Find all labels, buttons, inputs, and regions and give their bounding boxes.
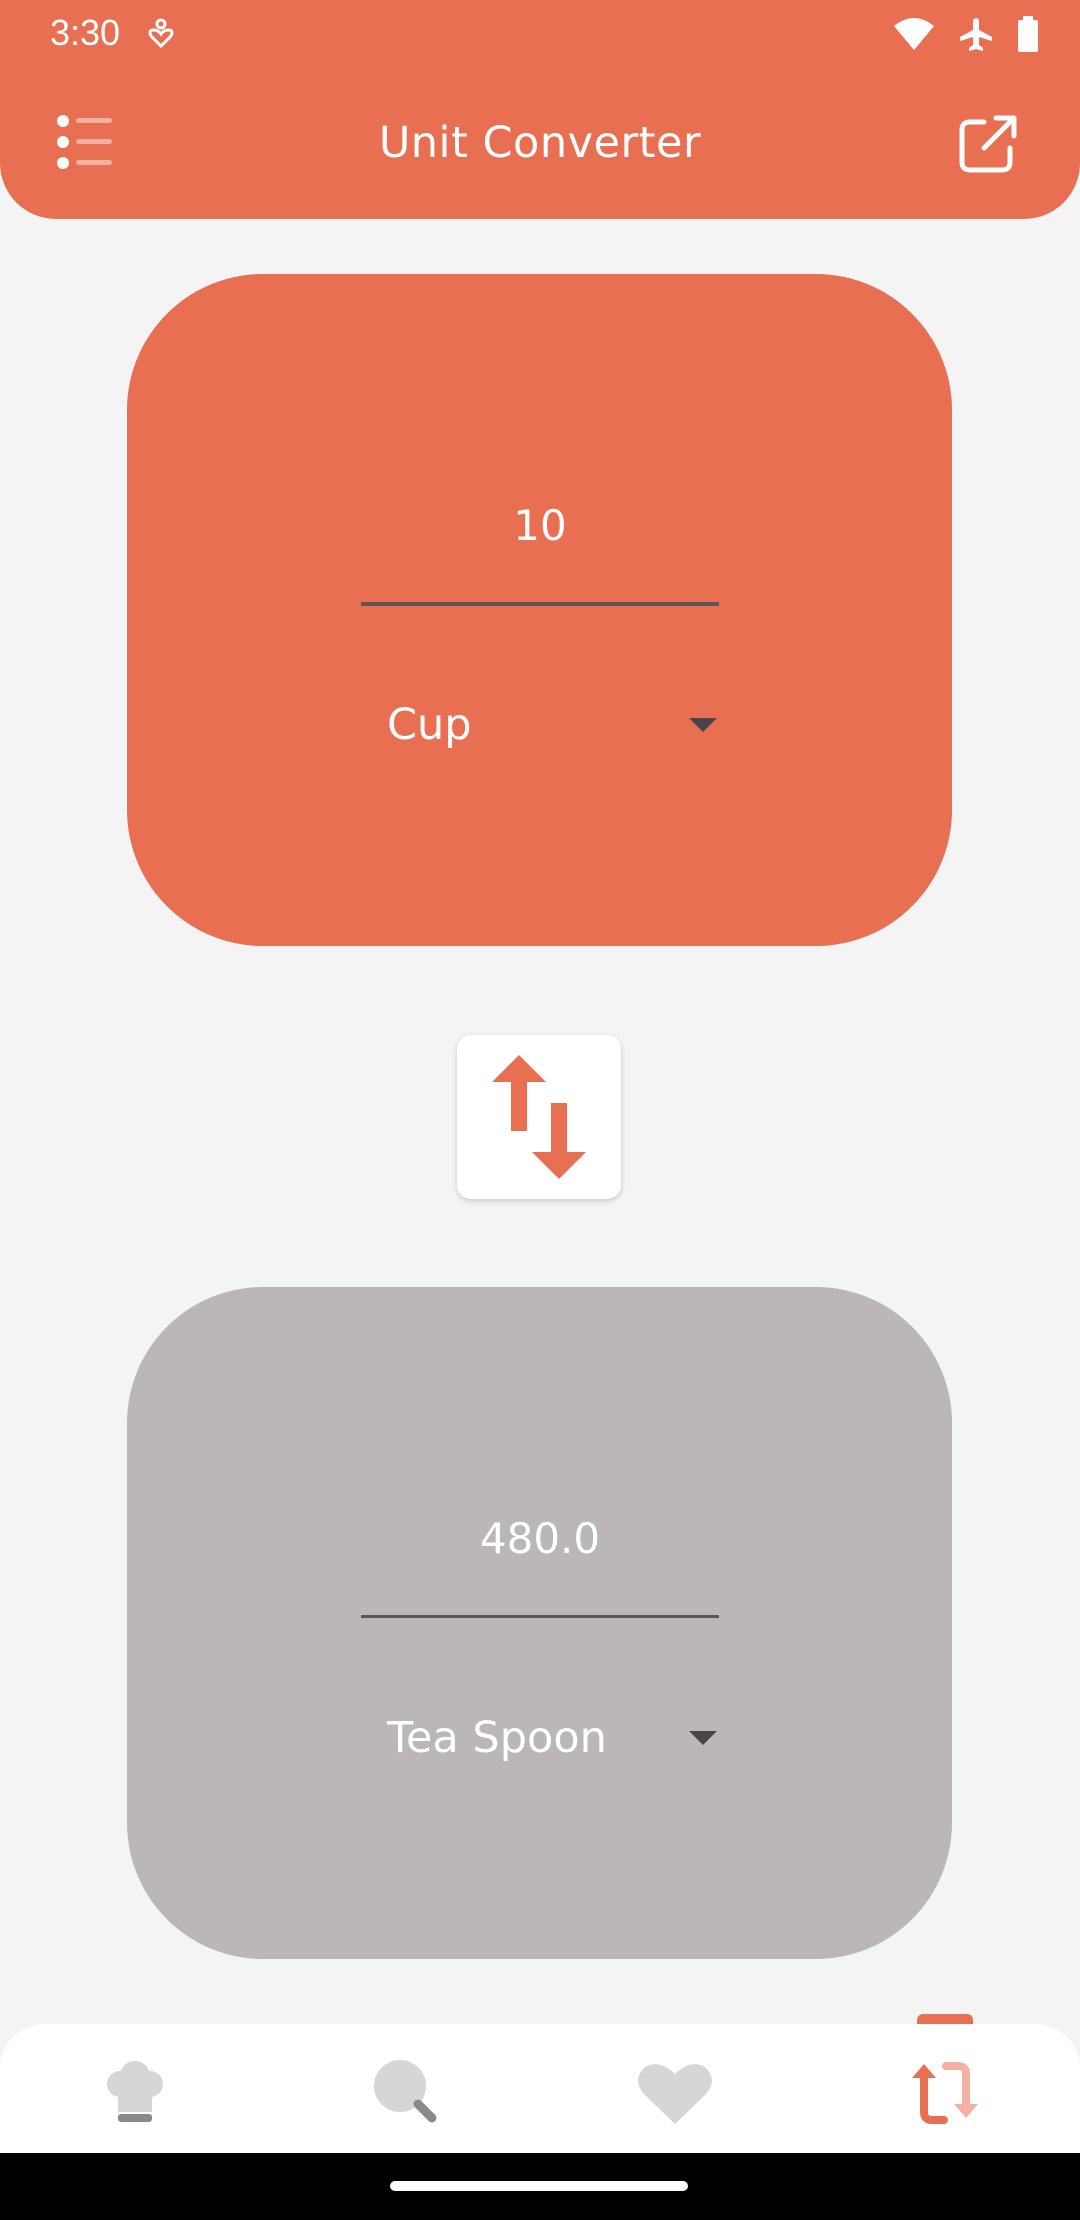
chef-hat-icon[interactable]	[90, 2046, 180, 2136]
page-title: Unit Converter	[378, 118, 702, 168]
to-card: 480.0 Tea Spoon	[127, 1287, 952, 1959]
app-header: 3:30 Unit Converter	[0, 0, 1080, 219]
from-unit-label: Cup	[387, 700, 472, 750]
to-unit-label: Tea Spoon	[387, 1713, 607, 1763]
notification-icon	[148, 18, 174, 49]
from-value-input[interactable]: 10	[361, 494, 719, 558]
heart-icon[interactable]	[630, 2046, 720, 2136]
airplane-icon	[960, 18, 992, 51]
dropdown-arrow-icon	[689, 718, 717, 732]
open-external-icon[interactable]	[958, 112, 1020, 174]
to-value-output[interactable]: 480.0	[361, 1507, 719, 1571]
search-icon[interactable]	[360, 2046, 450, 2136]
to-unit-dropdown[interactable]: Tea Spoon	[387, 1707, 717, 1775]
status-time: 3:30	[50, 12, 121, 53]
to-input-underline	[361, 1615, 719, 1618]
from-input-underline	[361, 602, 719, 606]
home-gesture-pill[interactable]	[390, 2181, 688, 2191]
battery-icon	[1018, 16, 1038, 52]
from-unit-dropdown[interactable]: Cup	[387, 694, 717, 762]
dropdown-arrow-icon	[689, 1731, 717, 1745]
swap-vertical-icon	[492, 1055, 586, 1179]
status-icons	[892, 14, 1040, 54]
swap-units-button[interactable]	[457, 1035, 621, 1199]
convert-icon[interactable]	[900, 2046, 990, 2136]
from-card: 10 Cup	[127, 274, 952, 946]
bottom-navigation	[0, 2024, 1080, 2153]
wifi-icon	[894, 18, 934, 50]
